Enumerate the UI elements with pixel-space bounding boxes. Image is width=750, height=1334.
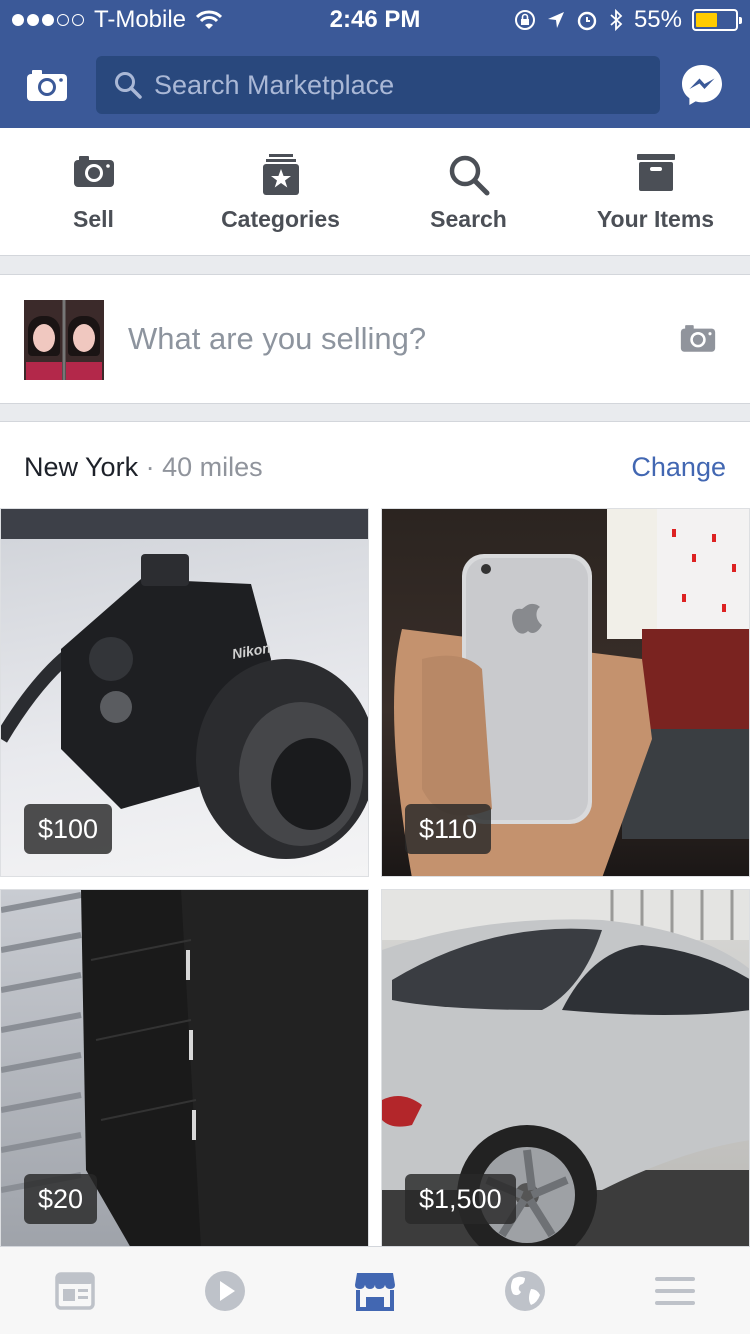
categories-label: Categories xyxy=(221,206,340,232)
sell-composer[interactable]: What are you selling? xyxy=(0,274,750,404)
categories-icon xyxy=(262,154,299,195)
change-location-link[interactable]: Change xyxy=(631,452,726,483)
status-bar: T-Mobile 2:46 PM 55% xyxy=(0,0,750,40)
notifications-globe-icon[interactable] xyxy=(503,1269,547,1313)
location-city: New York xyxy=(24,452,139,482)
search-action-button[interactable]: Search xyxy=(375,128,562,256)
add-photo-icon[interactable] xyxy=(680,323,716,353)
search-icon xyxy=(115,72,142,99)
listing-price: $20 xyxy=(24,1174,98,1224)
listing-card[interactable]: Nikon $100 xyxy=(0,508,369,877)
listing-price: $100 xyxy=(24,804,113,854)
location-arrow-icon xyxy=(547,12,564,28)
composer-prompt[interactable]: What are you selling? xyxy=(128,321,426,357)
search-bar[interactable] xyxy=(96,56,660,114)
listing-card[interactable]: $110 xyxy=(381,508,750,877)
your-items-button[interactable]: Your Items xyxy=(562,128,749,256)
listings-feed: New York · 40 miles Change Nikon $100 $1… xyxy=(0,421,750,1247)
sell-button[interactable]: Sell xyxy=(0,128,187,256)
box-icon xyxy=(636,154,675,191)
battery-percent: 55% xyxy=(633,6,682,33)
video-icon[interactable] xyxy=(203,1269,247,1313)
camera-icon[interactable] xyxy=(26,68,68,102)
rotation-lock-icon xyxy=(514,10,535,30)
battery-icon xyxy=(692,9,742,31)
alarm-icon xyxy=(577,11,597,31)
listing-card[interactable]: $1,500 xyxy=(381,889,750,1247)
bluetooth-icon xyxy=(610,8,623,32)
search-input[interactable] xyxy=(154,56,644,114)
listing-price: $1,500 xyxy=(405,1174,516,1224)
categories-button[interactable]: Categories xyxy=(187,128,374,256)
messenger-icon[interactable] xyxy=(680,63,724,107)
bottom-tab-bar xyxy=(0,1246,750,1334)
news-feed-icon[interactable] xyxy=(53,1269,97,1313)
your-items-label: Your Items xyxy=(596,206,715,232)
search-label: Search xyxy=(430,206,507,232)
listing-card[interactable]: $20 xyxy=(0,889,369,1247)
sell-label: Sell xyxy=(73,206,114,232)
location-label: New York · 40 miles xyxy=(24,452,263,483)
location-separator: · xyxy=(145,452,155,482)
location-distance: 40 miles xyxy=(162,452,263,482)
marketplace-icon[interactable] xyxy=(353,1269,397,1313)
search-icon xyxy=(449,155,489,196)
menu-icon[interactable] xyxy=(653,1269,697,1313)
top-header: T-Mobile 2:46 PM 55% Search Marketplace xyxy=(0,0,750,128)
listing-price: $110 xyxy=(405,804,492,854)
avatar[interactable] xyxy=(24,300,104,380)
quick-actions: Sell Categories Search Your Items xyxy=(0,128,750,256)
camera-icon xyxy=(73,156,114,187)
